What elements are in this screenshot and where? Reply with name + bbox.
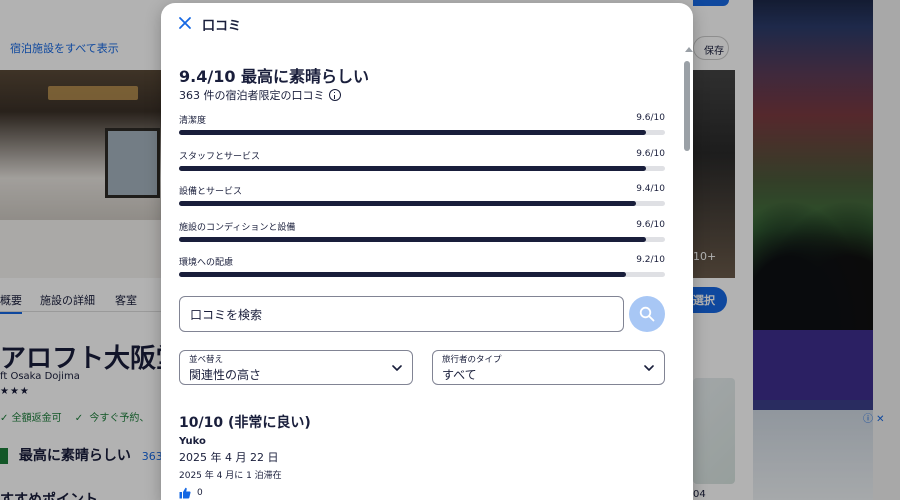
rating-row: 施設のコンディションと設備 9.6/10: [179, 220, 665, 256]
review-count-text: 363 件の宿泊者限定の口コミ: [179, 89, 325, 102]
overall-score: 9.4/10 最高に素晴らしい: [179, 67, 370, 86]
review-date: 2025 年 4 月 22 日: [179, 451, 279, 464]
rating-label: 清潔度: [179, 116, 207, 126]
search-icon: [639, 306, 655, 322]
stay-info: 2025 年 4 月に 1 泊滞在: [179, 471, 282, 481]
dialog-title: 口コミ: [202, 19, 242, 34]
rating-label: 環境への配慮: [179, 258, 234, 268]
rating-bar: [179, 165, 665, 171]
helpful-count: 0: [197, 488, 203, 498]
rating-row: 清潔度 9.6/10: [179, 113, 665, 149]
chevron-down-icon: [392, 365, 402, 371]
helpful-button[interactable]: 0: [179, 487, 203, 499]
rating-value: 9.6/10: [636, 113, 665, 123]
traveler-type-label: 旅行者のタイプ: [442, 355, 502, 365]
dialog-header: 口コミ: [161, 3, 693, 43]
rating-label: 施設のコンディションと設備: [179, 222, 296, 233]
chevron-down-icon: [644, 365, 654, 371]
sort-value: 関連性の高さ: [189, 368, 262, 382]
rating-label: スタッフとサービス: [179, 151, 261, 162]
rating-bar: [179, 272, 665, 277]
traveler-type-select[interactable]: 旅行者のタイプ すべて: [432, 350, 665, 385]
rating-bar-fill: [179, 236, 646, 242]
close-icon: [179, 17, 191, 29]
reviewer-name: Yuko: [179, 436, 206, 447]
category-ratings: 清潔度 9.6/10 スタッフとサービス 9.6/10 設備とサービス 9.4/…: [179, 113, 665, 291]
scrollbar[interactable]: [683, 47, 693, 500]
rating-row: スタッフとサービス 9.6/10: [179, 149, 665, 185]
rating-row: 設備とサービス 9.4/10: [179, 184, 665, 220]
rating-value: 9.6/10: [636, 219, 665, 230]
rating-value: 9.6/10: [636, 148, 665, 159]
review-count: 363 件の宿泊者限定の口コミ: [179, 87, 341, 103]
rating-bar-fill: [179, 201, 636, 206]
search-button[interactable]: [629, 296, 665, 332]
sort-label: 並べ替え: [189, 355, 224, 365]
review-search-input[interactable]: [190, 305, 610, 325]
scroll-up-arrow[interactable]: [685, 47, 693, 52]
rating-bar: [179, 130, 665, 135]
rating-bar-fill: [179, 130, 646, 135]
rating-label: 設備とサービス: [179, 187, 243, 197]
rating-bar-fill: [179, 272, 627, 277]
review-score: 10/10 (非常に良い): [179, 415, 311, 431]
rating-row: 環境への配慮 9.2/10: [179, 255, 665, 291]
rating-bar-fill: [179, 165, 646, 171]
close-button[interactable]: [177, 15, 193, 31]
review-search-box: [179, 296, 624, 332]
scrollbar-thumb[interactable]: [684, 61, 690, 151]
info-icon[interactable]: [328, 89, 341, 101]
rating-bar: [179, 201, 665, 206]
sort-select[interactable]: 並べ替え 関連性の高さ: [179, 350, 413, 385]
traveler-type-value: すべて: [442, 368, 477, 382]
reviews-dialog: 口コミ 9.4/10 最高に素晴らしい 363 件の宿泊者限定の口コミ 清潔度 …: [161, 3, 693, 500]
thumbs-up-icon: [179, 487, 191, 499]
rating-value: 9.4/10: [636, 184, 665, 194]
rating-value: 9.2/10: [636, 255, 665, 265]
rating-bar: [179, 236, 665, 242]
